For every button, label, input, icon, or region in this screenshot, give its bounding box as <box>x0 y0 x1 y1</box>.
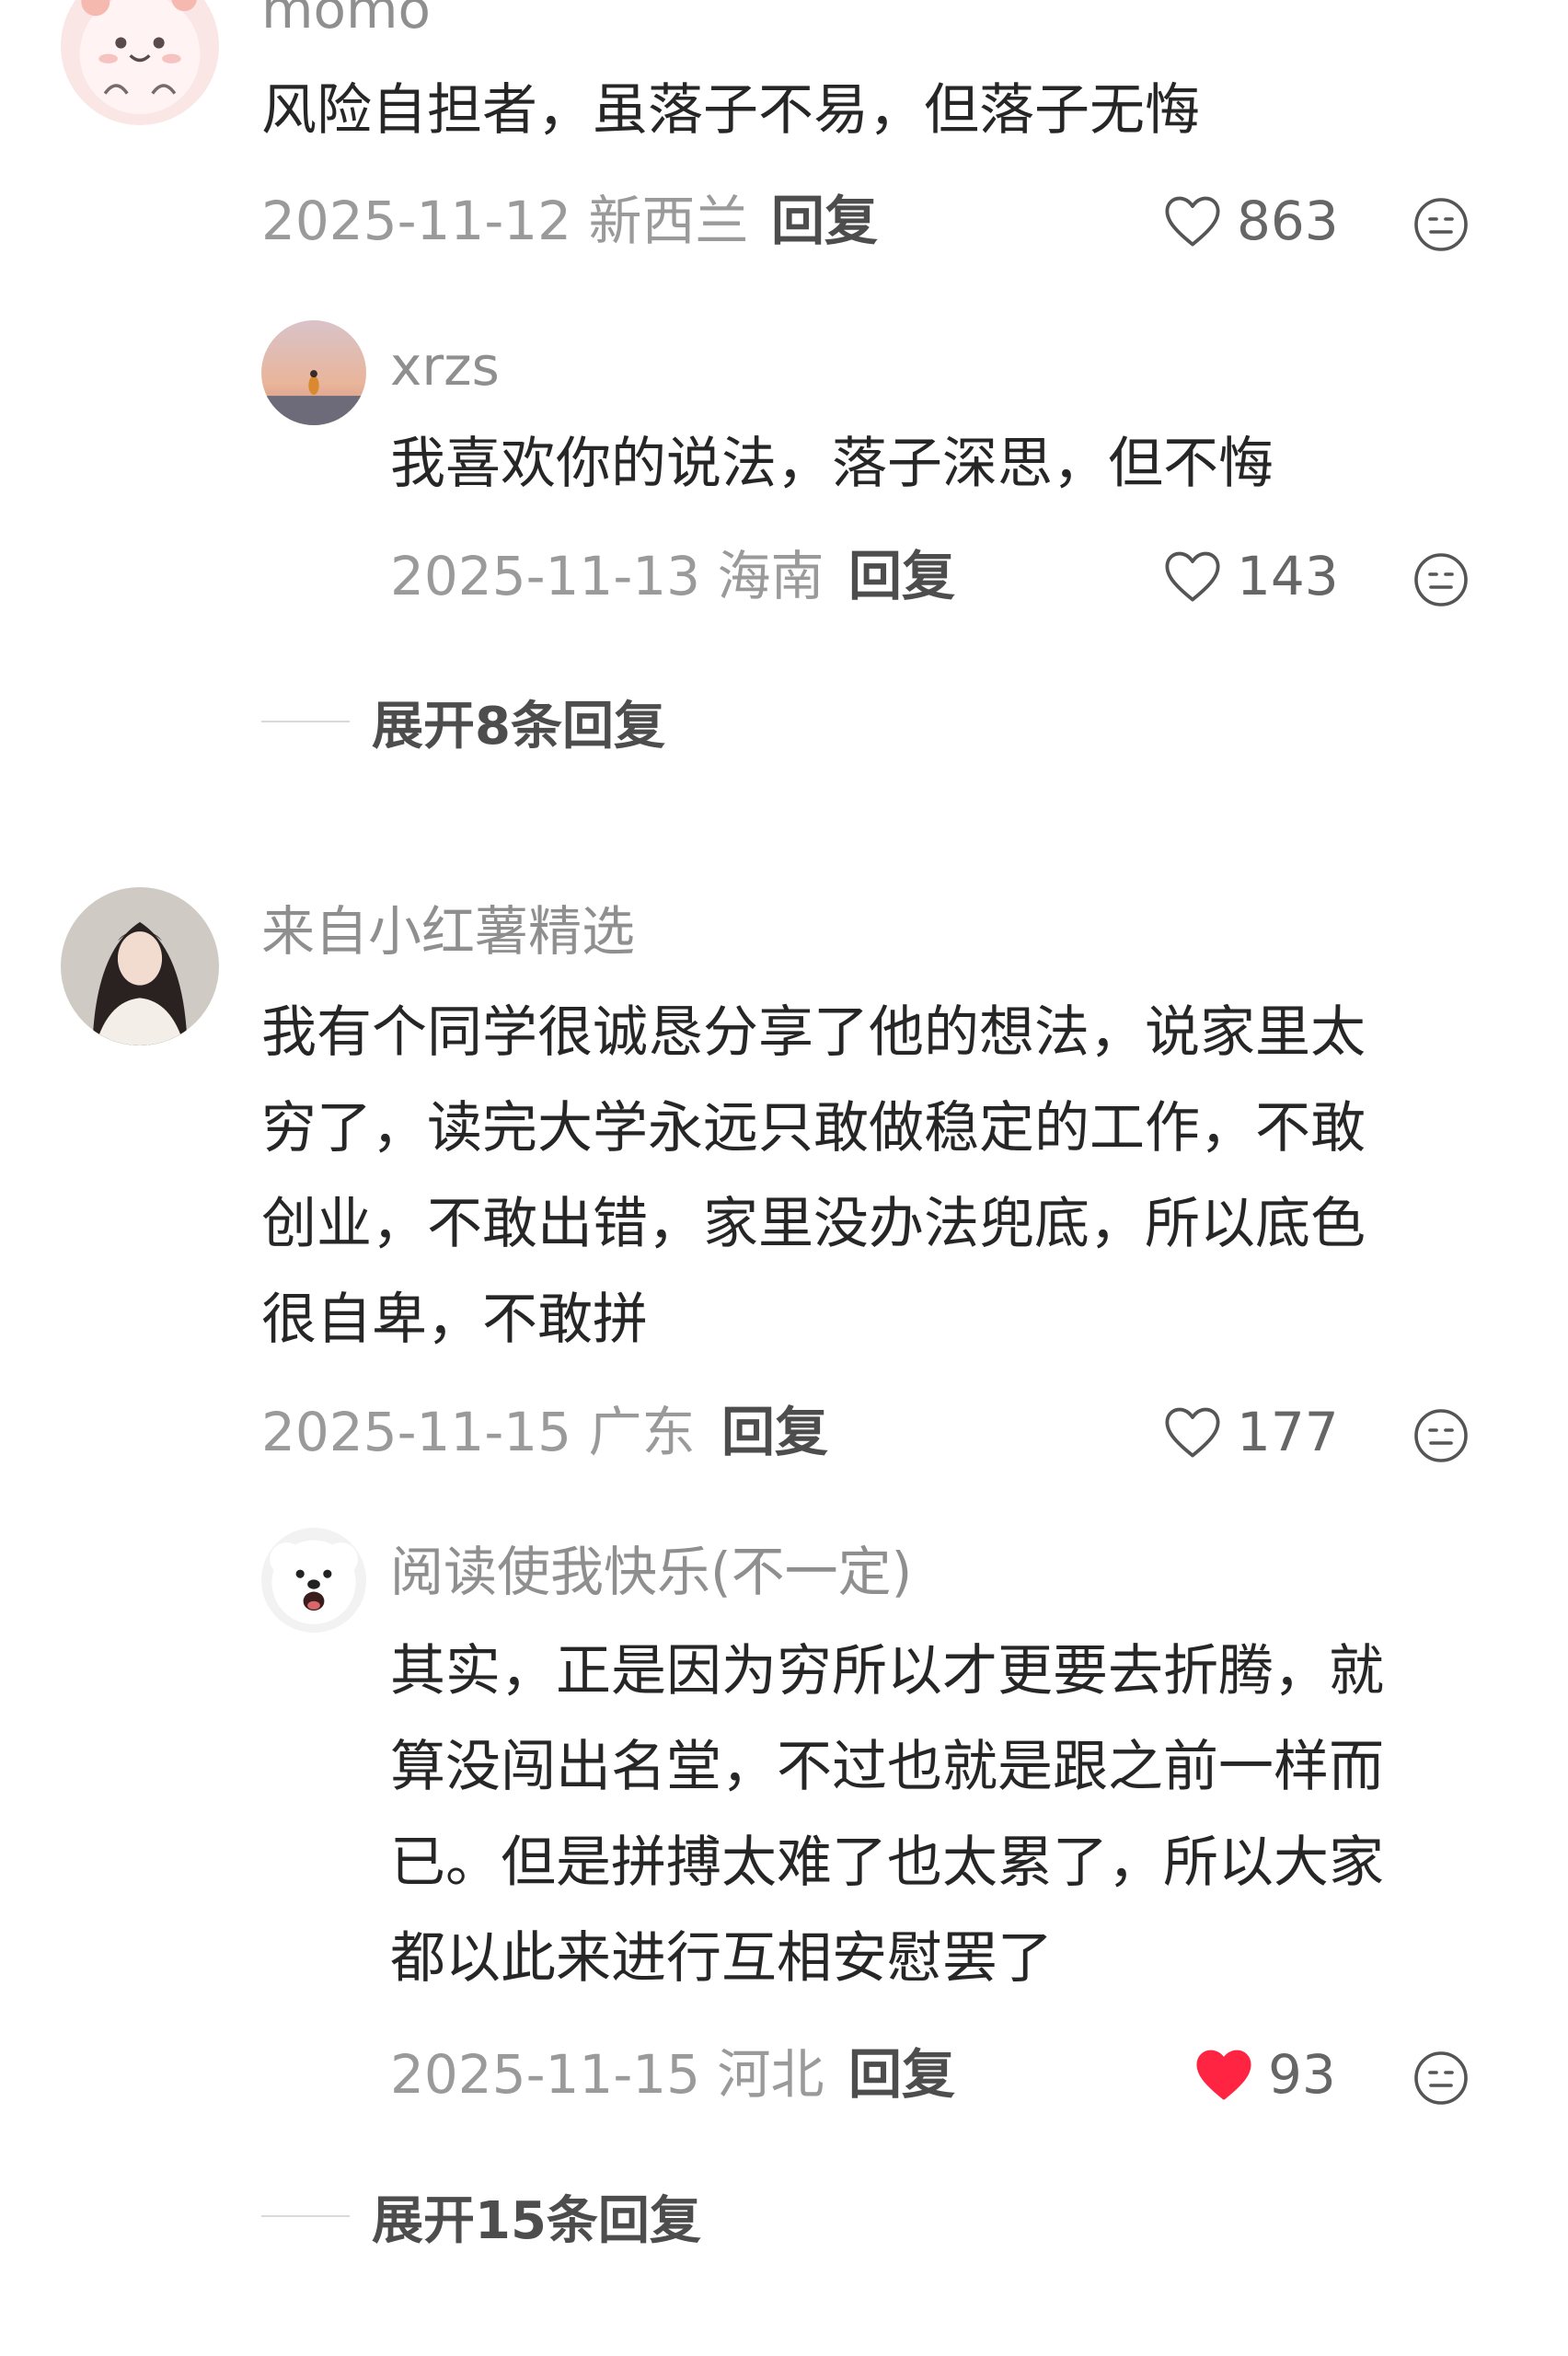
divider <box>261 2215 350 2217</box>
reply-text-line: 我喜欢你的说法，落子深思，但不悔 <box>390 432 1274 496</box>
like-count: 177 <box>1237 1401 1339 1463</box>
emoji-react-button[interactable] <box>1412 1406 1470 1465</box>
comment-meta: 2025-11-12 新西兰 <box>261 191 749 250</box>
emoji-react-button[interactable] <box>1412 2049 1470 2108</box>
reply-text: 我喜欢你的说法，落子深思，但不悔 <box>390 416 1274 512</box>
comment-location: 新西兰 <box>588 190 749 252</box>
expand-replies-button[interactable]: 展开15条回复 <box>261 2187 701 2251</box>
reply-username[interactable]: 阅读使我快乐(不一定) <box>390 1542 912 1601</box>
emoji-icon <box>1414 2051 1468 2105</box>
comment-location: 广东 <box>588 1401 696 1463</box>
like-count: 143 <box>1237 545 1339 607</box>
reply-username[interactable]: xrzs <box>390 337 500 396</box>
avatar[interactable] <box>61 887 219 1045</box>
reply-button[interactable]: 回复 <box>771 191 878 250</box>
comment-username[interactable]: momo <box>261 0 431 39</box>
comment-text-line: 很自卑，不敢拼 <box>261 1288 648 1352</box>
emoji-icon <box>1414 553 1468 606</box>
reply-text-line: 算没闯出名堂，不过也就是跟之前一样而 <box>390 1735 1384 1799</box>
reply-button[interactable]: 回复 <box>721 1403 828 1461</box>
heart-icon <box>1196 2050 1251 2100</box>
reply-location: 河北 <box>717 2043 824 2106</box>
expand-replies-button[interactable]: 展开8条回复 <box>261 692 665 756</box>
like-count: 863 <box>1237 190 1339 252</box>
reply-text-line: 其实，正是因为穷所以才更要去折腾，就 <box>390 1639 1384 1703</box>
avatar[interactable] <box>61 0 219 125</box>
emoji-react-button[interactable] <box>1412 195 1470 254</box>
reply-meta: 2025-11-13 海南 <box>390 547 824 606</box>
comment-text-line: 我有个同学很诚恳分享了他的想法，说家里太 <box>261 1000 1366 1065</box>
comment-meta: 2025-11-15 广东 <box>261 1403 696 1461</box>
comment-text: 风险自担者，虽落子不易，但落子无悔 <box>261 63 1200 158</box>
reply-button[interactable]: 回复 <box>848 547 955 606</box>
like-button[interactable]: 143 <box>1161 547 1339 606</box>
comment-date: 2025-11-12 <box>261 190 572 252</box>
divider <box>261 721 350 722</box>
expand-replies-label: 展开15条回复 <box>372 2190 701 2251</box>
avatar[interactable] <box>261 320 366 425</box>
avatar[interactable] <box>261 1528 366 1633</box>
comment-text-line: 风险自担者，虽落子不易，但落子无悔 <box>261 78 1200 143</box>
reply-text-line: 已。但是拼搏太难了也太累了，所以大家 <box>390 1831 1384 1895</box>
emoji-icon <box>1414 198 1468 251</box>
like-count: 93 <box>1268 2043 1336 2106</box>
comment-text: 我有个同学很诚恳分享了他的想法，说家里太 穷了，读完大学永远只敢做稳定的工作，不… <box>261 985 1366 1368</box>
heart-icon <box>1165 551 1220 602</box>
comment-text-line: 穷了，读完大学永远只敢做稳定的工作，不敢 <box>261 1096 1366 1161</box>
reply-date: 2025-11-13 <box>390 545 701 607</box>
heart-icon <box>1165 1407 1220 1458</box>
expand-replies-label: 展开8条回复 <box>372 696 665 756</box>
comment-text-line: 创业，不敢出错，家里没办法兜底，所以底色 <box>261 1192 1366 1256</box>
emoji-icon <box>1414 1409 1468 1462</box>
reply-date: 2025-11-15 <box>390 2043 701 2106</box>
reply-button[interactable]: 回复 <box>848 2045 955 2104</box>
comment-date: 2025-11-15 <box>261 1401 572 1463</box>
reply-text: 其实，正是因为穷所以才更要去折腾，就 算没闯出名堂，不过也就是跟之前一样而 已。… <box>390 1623 1384 2006</box>
heart-icon <box>1165 196 1220 247</box>
comment-username[interactable]: 来自小红薯精选 <box>261 902 635 961</box>
reply-text-line: 都以此来进行互相安慰罢了 <box>390 1926 1053 1991</box>
like-button[interactable]: 863 <box>1161 191 1339 250</box>
reply-location: 海南 <box>717 545 824 607</box>
like-button[interactable]: 93 <box>1193 2045 1336 2104</box>
reply-meta: 2025-11-15 河北 <box>390 2045 824 2104</box>
like-button[interactable]: 177 <box>1161 1403 1339 1461</box>
emoji-react-button[interactable] <box>1412 550 1470 609</box>
